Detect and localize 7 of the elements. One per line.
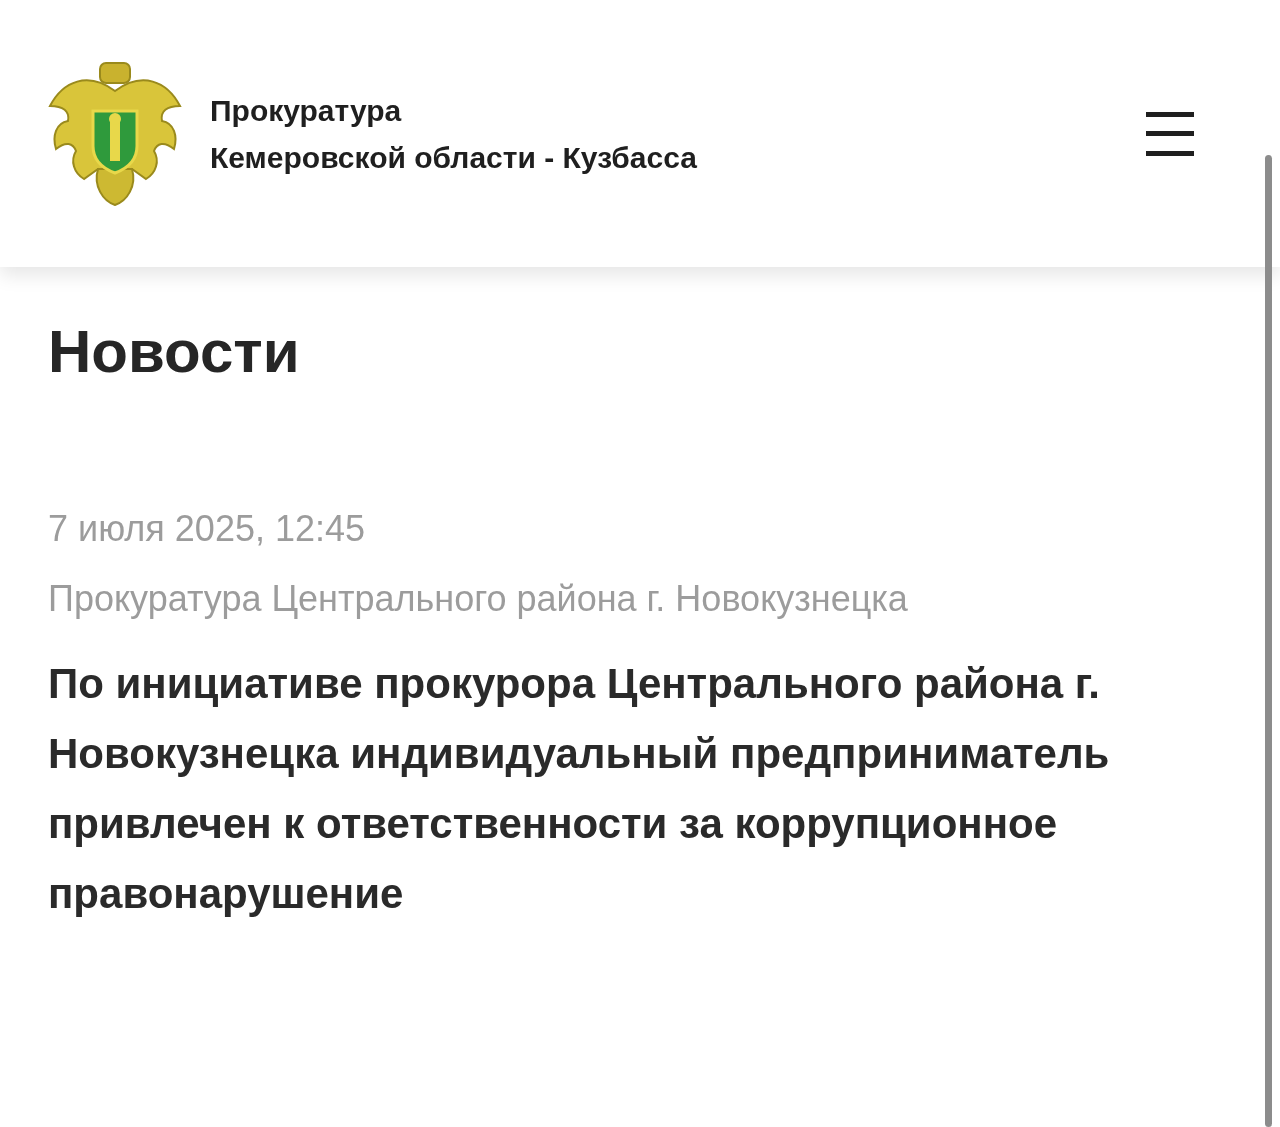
news-headline[interactable]: По инициативе прокурора Центрального района г. Новокузнецка индивидуальный предприниматель привлечен к ответственности за коррупционное правонарушение	[48, 649, 1198, 929]
page-title: Новости	[48, 317, 301, 387]
site-title: Прокуратура Кемеровской области - Кузбасса	[210, 92, 698, 176]
emblem-icon	[48, 60, 182, 207]
news-date: 7 июля 2025, 12:45	[48, 507, 367, 551]
news-source: Прокуратура Центрального района г. Новокузнецка	[48, 577, 909, 621]
menu-icon[interactable]	[1146, 111, 1194, 156]
